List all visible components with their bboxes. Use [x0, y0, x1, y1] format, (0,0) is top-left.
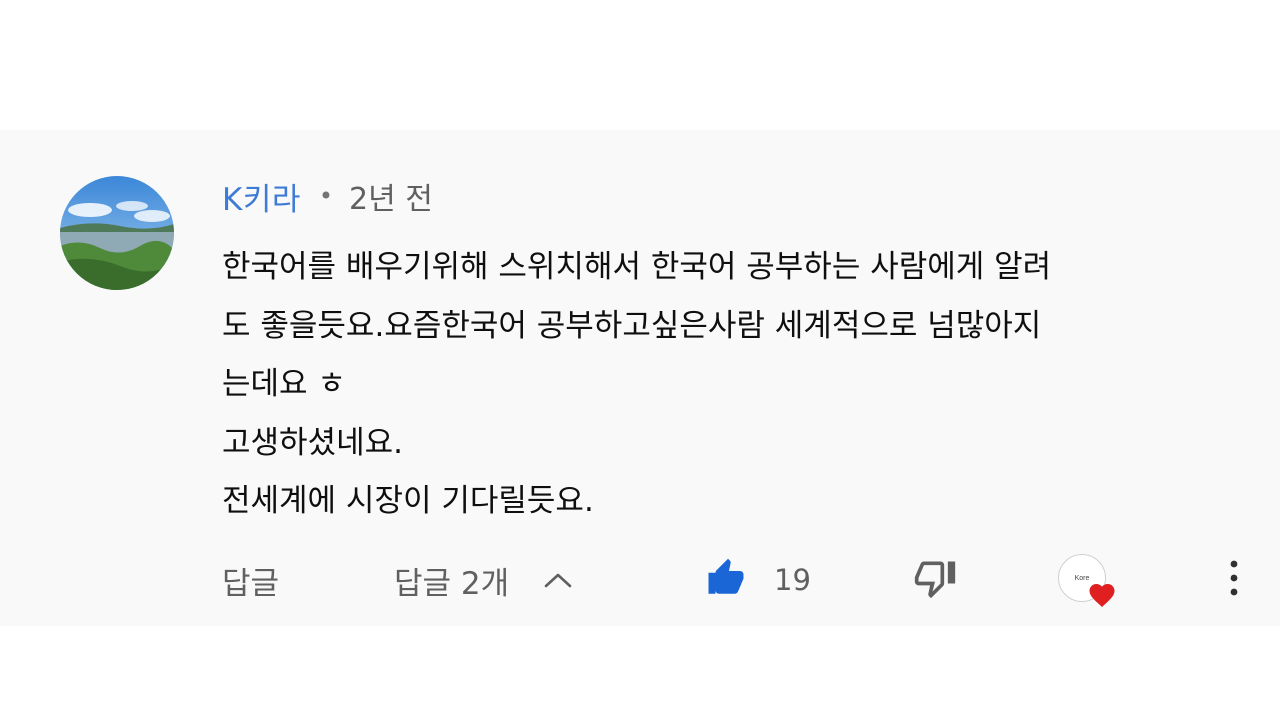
comment-line: 도 좋을듯요.요즘한국어 공부하고싶은사람 세계적으로 넘많아지 [222, 307, 1042, 344]
more-vert-icon [1222, 556, 1246, 604]
more-actions-button[interactable] [1222, 550, 1246, 610]
comment-line: 전세계에 시장이 기다릴듯요. [222, 483, 594, 519]
author-avatar[interactable] [60, 176, 174, 290]
comment-timestamp[interactable]: 2년 전 [349, 174, 433, 218]
chevron-up-icon [543, 562, 573, 598]
comment-text: 한국어를 배우기위해 스위치해서 한국어 공부하는 사람에게 알려 도 좋을듯요… [222, 238, 1280, 531]
comment-line: 는데요 ㅎ [222, 366, 346, 402]
comment-header: K키라 • 2년 전 [222, 174, 433, 218]
thumbs-down-icon [912, 556, 958, 604]
comment-line: 고생하셨네요. [222, 424, 403, 461]
author-name[interactable]: K키라 [222, 174, 301, 219]
like-count: 19 [774, 563, 811, 597]
creator-heart-wrap: Kore [1058, 552, 1118, 608]
toggle-replies-button[interactable]: 답글 2개 [394, 550, 573, 610]
replies-count-label: 답글 2개 [394, 565, 510, 602]
avatar-landscape-image [60, 176, 174, 290]
dislike-button[interactable] [912, 550, 958, 610]
like-button[interactable] [704, 550, 748, 610]
heart-icon [1087, 580, 1117, 612]
creator-heart-badge[interactable]: Kore [1058, 550, 1118, 610]
header-separator: • [318, 182, 334, 210]
comment-action-bar: 답글 답글 2개 19 Kore [0, 550, 1280, 610]
comment-line: 한국어를 배우기위해 스위치해서 한국어 공부하는 사람에게 알려 [222, 249, 1052, 285]
thumbs-up-icon [704, 557, 748, 603]
reply-button-label: 답글 [222, 565, 280, 602]
comment-card: K키라 • 2년 전 한국어를 배우기위해 스위치해서 한국어 공부하는 사람에… [0, 130, 1280, 626]
reply-button[interactable]: 답글 [222, 550, 279, 610]
